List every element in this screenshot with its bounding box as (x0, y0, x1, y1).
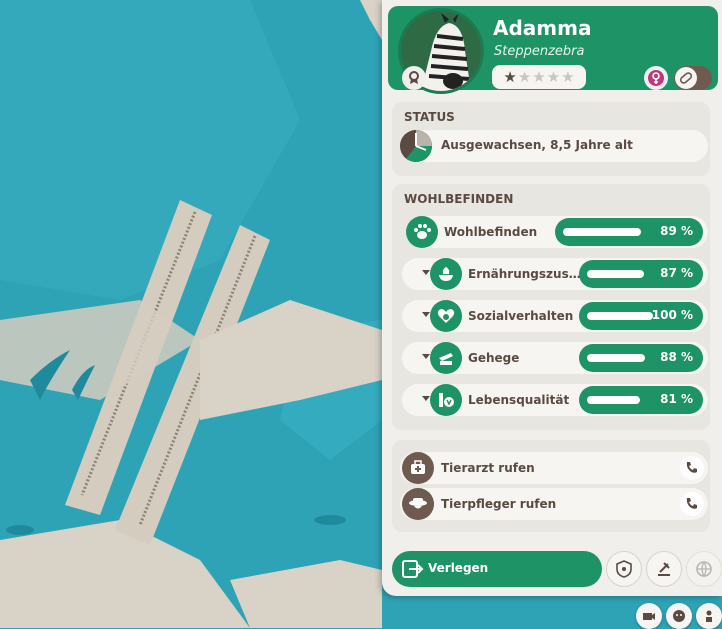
shield-icon (616, 560, 632, 578)
star-icon: ★ (532, 68, 546, 86)
animal-name[interactable]: Adamma (493, 16, 591, 40)
wellbeing-item-value: 88 % (660, 350, 693, 364)
wellbeing-item-nutrition[interactable]: Ernährungszus… 87 % (402, 258, 708, 290)
female-icon (644, 66, 668, 90)
status-title: STATUS (404, 110, 455, 124)
camera-icon (643, 613, 655, 620)
habitat-icon (430, 342, 462, 374)
trade-button[interactable] (686, 551, 722, 587)
phone-icon (680, 492, 704, 516)
wellbeing-item-label: Sozialverhalten (468, 309, 574, 323)
globe-icon (696, 561, 712, 578)
move-animal-label: Verlegen (428, 561, 489, 575)
wellbeing-item-value: 100 % (651, 308, 693, 322)
animal-icon (673, 610, 685, 622)
age-clock-icon (400, 130, 432, 162)
wellbeing-main-value: 89 % (660, 224, 693, 238)
vet-kit-icon (402, 452, 434, 484)
star-rating: ★ ★ ★ ★ ★ (492, 65, 586, 89)
wellbeing-item-fill (587, 312, 653, 320)
wellbeing-item-bar: 100 % (579, 302, 703, 330)
wellbeing-item-label: Gehege (468, 351, 520, 365)
keeper-hat-icon (402, 488, 434, 520)
follow-animal-button[interactable] (666, 603, 692, 629)
wellbeing-item-bar: 88 % (579, 344, 703, 372)
contraception-toggle[interactable] (674, 66, 712, 90)
wellbeing-main-label: Wohlbefinden (444, 225, 538, 239)
star-icon: ★ (503, 68, 517, 86)
wellbeing-item-bar: 81 % (579, 386, 703, 414)
wellbeing-item-fill (587, 354, 646, 362)
star-icon: ★ (561, 68, 575, 86)
phone-icon (680, 456, 704, 480)
chevron-down-icon[interactable] (422, 270, 430, 275)
wellbeing-main-bar: 89 % (555, 218, 703, 246)
wellbeing-item-bar: 87 % (579, 260, 703, 288)
release-button[interactable] (606, 551, 642, 587)
wellbeing-item-label: Lebensqualität (468, 393, 570, 407)
relocate-icon (402, 559, 424, 583)
wellbeing-item-habitat[interactable]: Gehege 88 % (402, 342, 708, 374)
award-icon[interactable] (402, 66, 426, 90)
call-keeper-button[interactable]: Tierpfleger rufen (400, 488, 708, 520)
chevron-down-icon[interactable] (422, 396, 430, 401)
wellbeing-item-social[interactable]: Sozialverhalten 100 % (402, 300, 708, 332)
animal-species: Steppenzebra (494, 44, 585, 59)
move-animal-button[interactable]: Verlegen (392, 551, 602, 587)
info-button[interactable] (696, 603, 722, 629)
status-text: Ausgewachsen, 8,5 Jahre alt (441, 138, 633, 152)
animal-info-panel: Adamma Steppenzebra ★ ★ ★ ★ ★ STATUS Aus… (382, 0, 722, 596)
sell-button[interactable] (646, 551, 682, 587)
chevron-down-icon[interactable] (422, 354, 430, 359)
chevron-down-icon[interactable] (422, 312, 430, 317)
enrichment-icon (430, 384, 462, 416)
paw-icon (406, 216, 438, 248)
call-vet-label: Tierarzt rufen (441, 461, 535, 475)
wellbeing-main-row[interactable]: Wohlbefinden 89 % (406, 216, 708, 248)
wellbeing-item-value: 87 % (660, 266, 693, 280)
call-vet-button[interactable]: Tierarzt rufen (400, 452, 708, 484)
person-info-icon (706, 610, 712, 622)
pill-icon (675, 67, 697, 89)
wellbeing-item-fill (587, 396, 641, 404)
wellbeing-item-label: Ernährungszus… (468, 267, 581, 281)
food-icon (430, 258, 462, 290)
wellbeing-item-fill (587, 270, 645, 278)
wellbeing-item-value: 81 % (660, 392, 693, 406)
wellbeing-main-fill (563, 228, 642, 236)
gavel-icon (658, 562, 670, 576)
social-icon (430, 300, 462, 332)
wellbeing-item-enrichment[interactable]: Lebensqualität 81 % (402, 384, 708, 416)
call-keeper-label: Tierpfleger rufen (441, 497, 557, 511)
wellbeing-title: WOHLBEFINDEN (404, 192, 514, 206)
animal-header: Adamma Steppenzebra ★ ★ ★ ★ ★ (388, 6, 718, 94)
star-icon: ★ (546, 68, 561, 86)
camera-button[interactable] (636, 603, 662, 629)
star-icon: ★ (517, 68, 532, 86)
status-row: Ausgewachsen, 8,5 Jahre alt (400, 130, 708, 162)
